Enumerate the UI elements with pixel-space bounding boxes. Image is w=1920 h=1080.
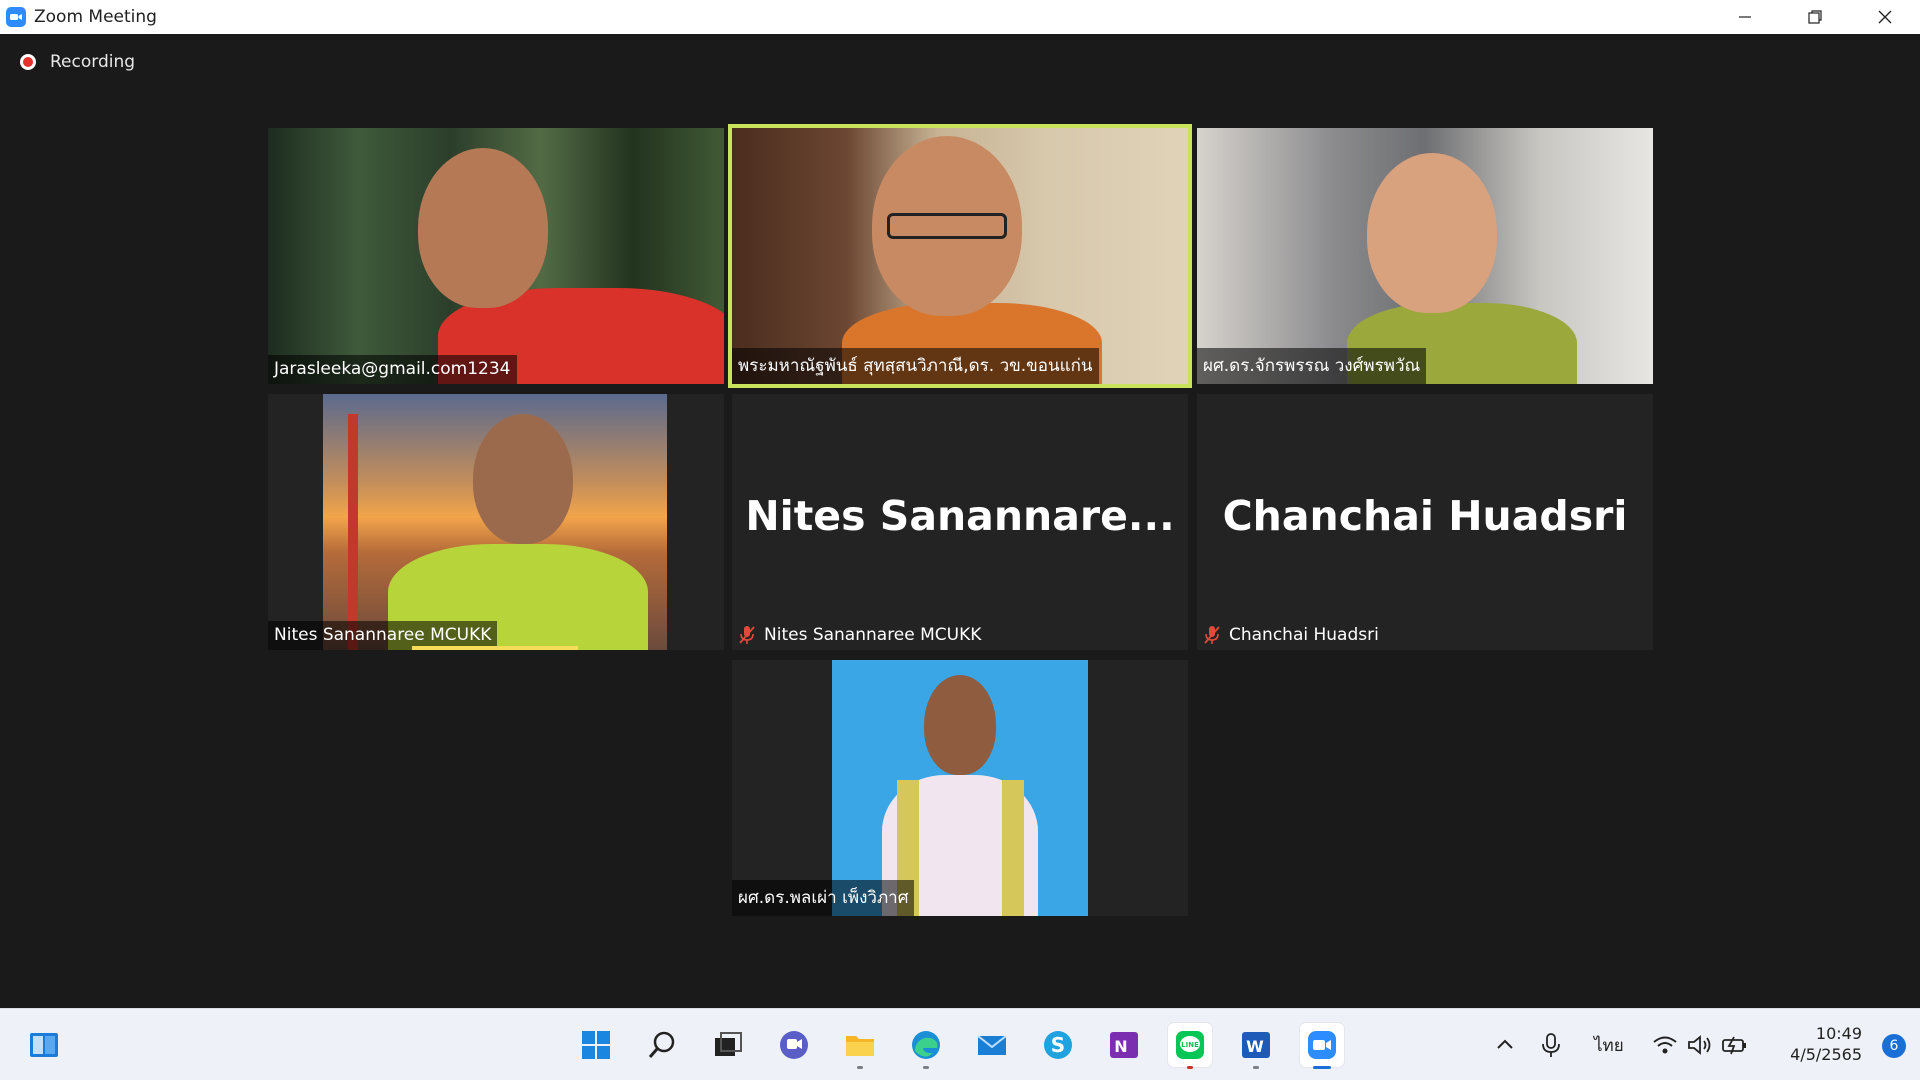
svg-text:LINE: LINE — [1181, 1041, 1199, 1049]
participant-name: พระมหาณัฐพันธ์ สุทสฺสนวิภาณี,ดร. วข.ขอนแ… — [738, 356, 1093, 376]
running-indicator — [923, 1066, 929, 1069]
participant-name-tag: Chanchai Huadsri — [1197, 621, 1385, 650]
notification-badge[interactable]: 6 — [1882, 1034, 1906, 1058]
widgets-button[interactable] — [22, 1023, 66, 1067]
active-app-indicator — [1313, 1066, 1331, 1069]
participant-name-tag: พระมหาณัฐพันธ์ สุทสฺสนวิภาณี,ดร. วข.ขอนแ… — [732, 348, 1099, 384]
running-indicator — [1187, 1066, 1193, 1069]
zoom-app-icon — [6, 7, 26, 27]
file-explorer-button[interactable] — [838, 1023, 882, 1069]
microphone-icon — [1542, 1033, 1560, 1057]
widgets-icon — [30, 1033, 58, 1057]
mail-button[interactable] — [970, 1023, 1014, 1067]
muted-mic-icon — [739, 626, 755, 644]
bridge-tower — [348, 414, 358, 650]
glasses-icon — [887, 213, 1007, 239]
line-button[interactable]: LINE — [1168, 1023, 1212, 1069]
participant-tile-no-video[interactable]: Nites Sanannare... Nites Sanannaree MCUK… — [732, 394, 1188, 650]
input-language-button[interactable]: ไทย — [1594, 1009, 1624, 1080]
tray-overflow-button[interactable] — [1494, 1009, 1516, 1080]
running-indicator — [1253, 1066, 1259, 1069]
edge-button[interactable] — [904, 1023, 948, 1069]
participant-tile-no-video[interactable]: Chanchai Huadsri Chanchai Huadsri — [1197, 394, 1653, 650]
meeting-stage: Recording Jarasleeka@gmail.com1234 พระมห… — [0, 34, 1920, 1007]
running-indicator — [857, 1066, 863, 1069]
participant-head — [924, 675, 996, 775]
taskbar: S N LINE W ไทย 10:49 4/5/2565 6 — [0, 1008, 1920, 1080]
teams-chat-icon — [780, 1031, 808, 1059]
participant-name-tag: Nites Sanannaree MCUKK — [732, 621, 987, 650]
wifi-icon — [1653, 1036, 1677, 1054]
task-view-icon — [715, 1032, 742, 1056]
teams-chat-button[interactable] — [772, 1023, 816, 1067]
participant-head — [418, 148, 548, 308]
participant-name: Chanchai Huadsri — [1229, 625, 1379, 645]
participant-tile[interactable]: ผศ.ดร.พลเผ่า เพ็งวิภาศ — [732, 660, 1188, 916]
search-button[interactable] — [640, 1023, 684, 1067]
minimize-button[interactable] — [1710, 0, 1780, 34]
onenote-icon: N — [1110, 1032, 1138, 1058]
participant-display-name: Chanchai Huadsri — [1222, 492, 1628, 540]
task-view-button[interactable] — [706, 1023, 750, 1067]
speaking-indicator — [412, 646, 578, 650]
battery-charging-icon — [1722, 1036, 1746, 1055]
participant-name: Jarasleeka@gmail.com1234 — [274, 359, 511, 379]
clock-date: 4/5/2565 — [1790, 1045, 1862, 1064]
svg-text:W: W — [1246, 1037, 1264, 1056]
participant-name: Nites Sanannaree MCUKK — [274, 625, 492, 645]
participant-tile[interactable]: Nites Sanannaree MCUKK — [268, 394, 724, 650]
participant-tile[interactable]: Jarasleeka@gmail.com1234 — [268, 128, 724, 384]
clock-time: 10:49 — [1815, 1024, 1862, 1043]
participant-name: ผศ.ดร.พลเผ่า เพ็งวิภาศ — [738, 888, 909, 908]
participant-tile[interactable]: ผศ.ดร.จักรพรรณ วงศ์พรพวัณ — [1197, 128, 1653, 384]
edge-icon — [912, 1031, 940, 1059]
participant-name-tag: ผศ.ดร.จักรพรรณ วงศ์พรพวัณ — [1197, 348, 1427, 384]
svg-text:N: N — [1114, 1037, 1127, 1056]
input-language: ไทย — [1594, 1035, 1624, 1056]
window-title: Zoom Meeting — [34, 7, 157, 27]
restore-icon — [1808, 10, 1822, 24]
taskbar-clock[interactable]: 10:49 4/5/2565 — [1790, 1023, 1862, 1065]
zoom-button[interactable] — [1300, 1023, 1344, 1069]
participant-display-name: Nites Sanannare... — [745, 492, 1175, 540]
volume-icon — [1688, 1035, 1711, 1055]
close-button[interactable] — [1850, 0, 1920, 34]
participant-name-tag: Jarasleeka@gmail.com1234 — [268, 355, 517, 384]
recording-label: Recording — [50, 52, 136, 72]
participant-head — [473, 414, 573, 544]
participant-name: ผศ.ดร.จักรพรรณ วงศ์พรพวัณ — [1203, 356, 1421, 376]
svg-text:S: S — [1051, 1033, 1065, 1057]
start-icon — [582, 1031, 610, 1059]
skype-icon: S — [1044, 1031, 1072, 1059]
word-icon: W — [1242, 1032, 1270, 1058]
line-icon: LINE — [1176, 1031, 1204, 1059]
participant-name-tag: ผศ.ดร.พลเผ่า เพ็งวิภาศ — [732, 880, 915, 916]
participant-name: Nites Sanannaree MCUKK — [764, 625, 982, 645]
sash-right — [1002, 780, 1024, 916]
network-volume-battery-button[interactable] — [1652, 1009, 1748, 1080]
participant-head — [1367, 153, 1497, 313]
file-explorer-icon — [846, 1036, 874, 1056]
microphone-tray-button[interactable] — [1540, 1009, 1562, 1080]
close-icon — [1878, 10, 1892, 24]
restore-button[interactable] — [1780, 0, 1850, 34]
zoom-icon — [1308, 1031, 1336, 1059]
mail-icon — [977, 1035, 1007, 1055]
muted-mic-icon — [1204, 626, 1220, 644]
onenote-button[interactable]: N — [1102, 1023, 1146, 1067]
start-button[interactable] — [574, 1023, 618, 1067]
recording-indicator[interactable]: Recording — [20, 52, 135, 72]
recording-dot-icon — [20, 54, 36, 70]
search-icon — [648, 1031, 675, 1058]
minimize-icon — [1739, 16, 1751, 18]
chevron-up-icon — [1497, 1039, 1513, 1049]
window-titlebar: Zoom Meeting — [0, 0, 1920, 34]
participant-tile-active-speaker[interactable]: พระมหาณัฐพันธ์ สุทสฺสนวิภาณี,ดร. วข.ขอนแ… — [728, 124, 1192, 388]
skype-button[interactable]: S — [1036, 1023, 1080, 1067]
word-button[interactable]: W — [1234, 1023, 1278, 1069]
